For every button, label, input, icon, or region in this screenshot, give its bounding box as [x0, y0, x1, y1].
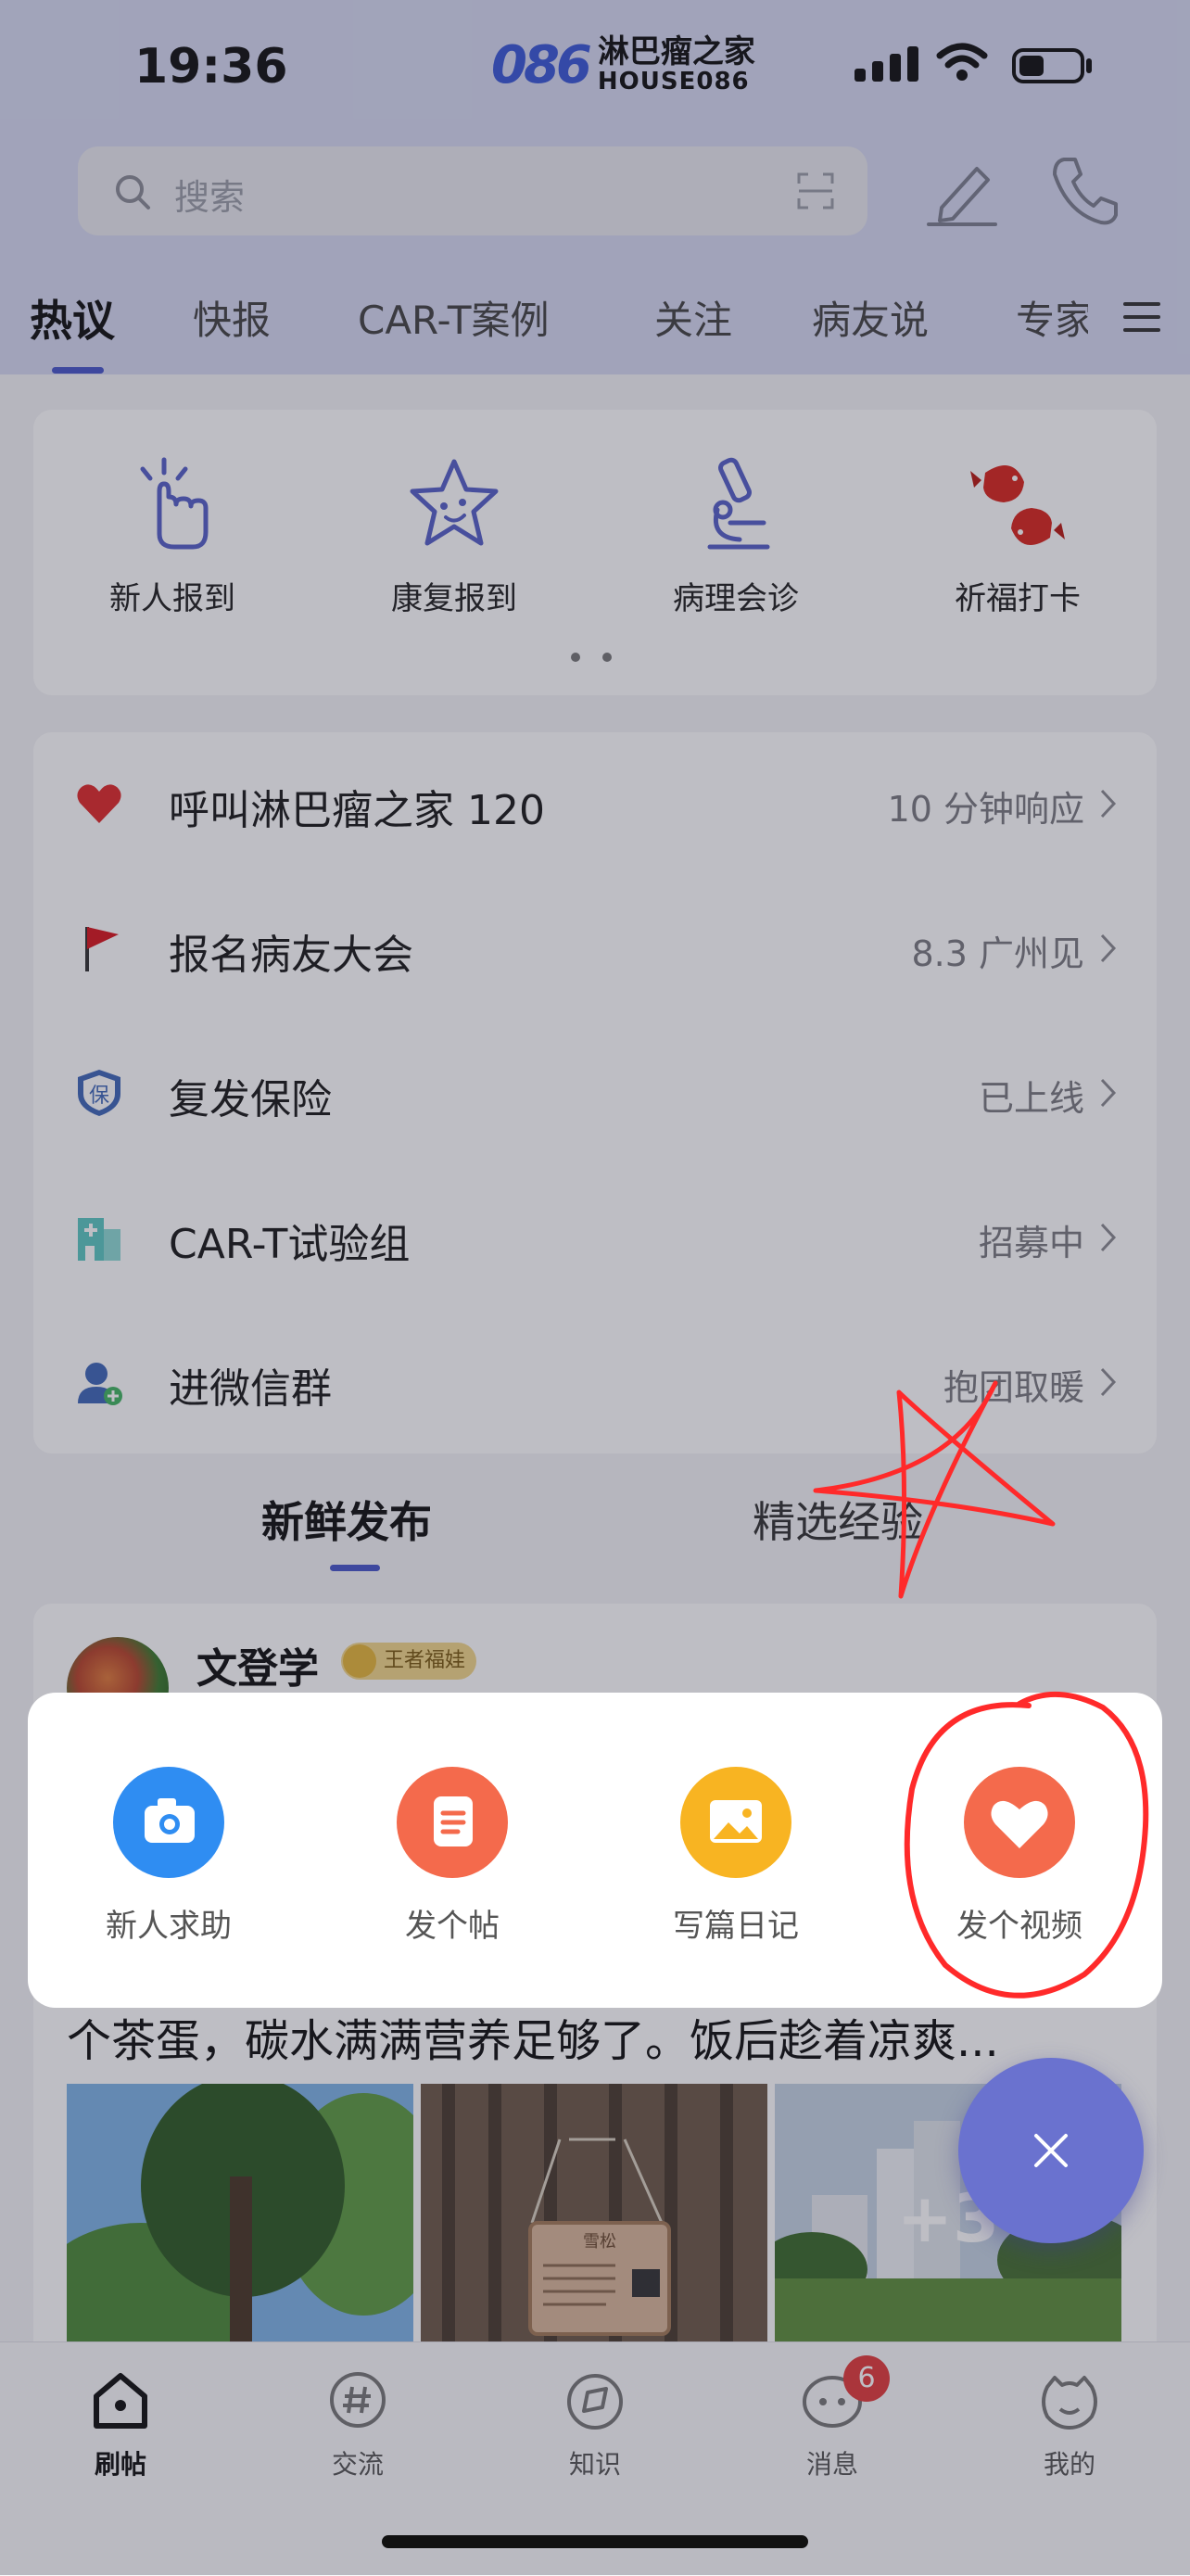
close-fab-button[interactable]: [958, 2058, 1144, 2243]
annotation-star: [813, 1380, 1056, 1599]
document-icon: [434, 1796, 473, 1846]
home-indicator: [382, 2535, 808, 2548]
action-newcomer-help[interactable]: 新人求助: [67, 1767, 271, 1946]
image-icon: [710, 1800, 762, 1843]
action-label: 新人求助: [106, 1908, 232, 1945]
close-icon: [1034, 2134, 1068, 2167]
action-new-post[interactable]: 发个帖: [350, 1767, 554, 1946]
annotation-circle: [904, 1692, 1149, 1999]
action-icon-circle: [680, 1767, 791, 1878]
action-label: 发个帖: [405, 1908, 500, 1945]
action-label: 写篇日记: [673, 1908, 799, 1945]
action-icon-circle: [113, 1767, 224, 1878]
action-icon-circle: [397, 1767, 508, 1878]
camera-icon: [145, 1798, 195, 1843]
action-write-diary[interactable]: 写篇日记: [634, 1767, 838, 1946]
